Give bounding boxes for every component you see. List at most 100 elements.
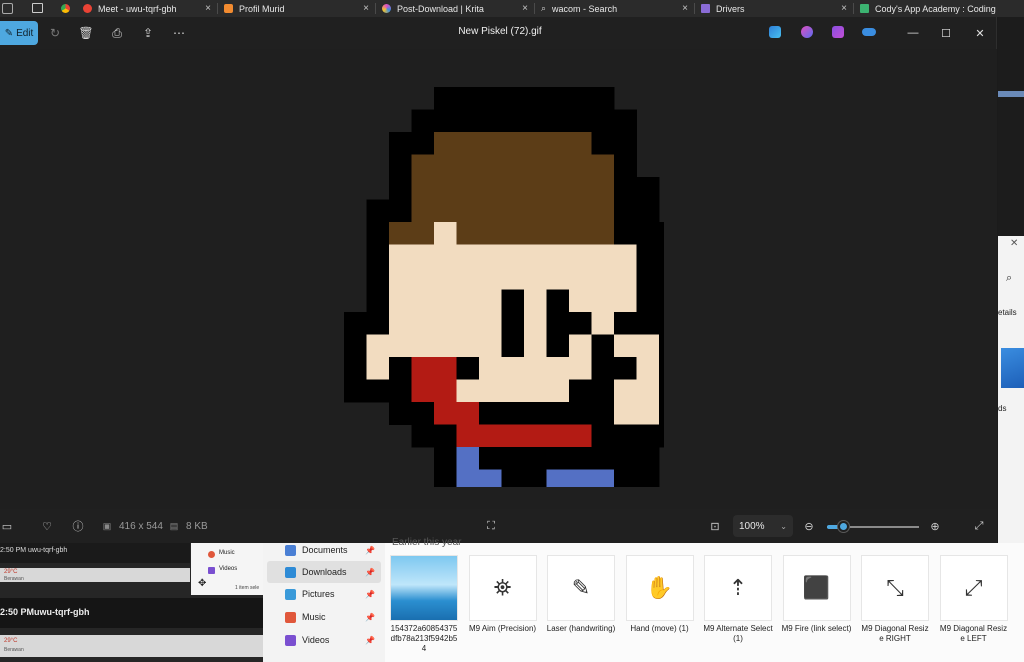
details-fragment: etails: [998, 308, 1017, 317]
pixel: [569, 312, 592, 335]
pixel: [636, 289, 660, 313]
close-icon[interactable]: ✕: [972, 25, 988, 41]
image-canvas[interactable]: [0, 49, 997, 509]
pixel: [569, 199, 592, 223]
close-tab-icon[interactable]: ×: [363, 3, 369, 14]
info-icon[interactable]: ⓘ: [71, 519, 85, 533]
workspaces-icon[interactable]: [2, 3, 13, 14]
pixel: [569, 334, 592, 358]
maximize-icon[interactable]: ☐: [938, 25, 954, 41]
tab-krita[interactable]: Post-Download | Krita ×: [376, 0, 534, 17]
tab-drivers[interactable]: Drivers ×: [695, 0, 853, 17]
pixel: [591, 222, 615, 245]
folder-icon: [1001, 348, 1024, 388]
close-tab-icon[interactable]: ×: [522, 3, 528, 14]
pixel: [591, 334, 615, 358]
pixel: [636, 267, 660, 290]
close-tab-icon[interactable]: ×: [841, 3, 847, 14]
pixel: [636, 334, 660, 358]
pixel: [456, 267, 480, 290]
pixel: [479, 154, 502, 178]
onedrive-cloud-icon[interactable]: [862, 28, 876, 36]
filmstrip-icon[interactable]: ▭: [0, 519, 14, 533]
preview-meeting: uwu-tqrf-gbh: [28, 547, 68, 554]
preview-weather-desc: Berawan: [4, 576, 24, 582]
pixel: [389, 154, 412, 178]
file-item[interactable]: ⤢ M9 Diagonal Resize LEFT: [939, 555, 1009, 644]
pixel: [614, 154, 637, 178]
pixel: [366, 334, 390, 358]
pixel: [501, 132, 525, 155]
fullscreen-icon[interactable]: ⤢: [972, 519, 986, 533]
pixel: [389, 334, 412, 358]
copilot-app-icon[interactable]: [801, 26, 813, 38]
file-item[interactable]: ✎ Laser (handwriting): [546, 555, 616, 634]
file-item[interactable]: ⇡ M9 Alternate Select (1): [703, 555, 773, 644]
search-icon[interactable]: ⌕: [1006, 272, 1012, 285]
pixel: [659, 424, 664, 448]
print-icon[interactable]: ⎙: [108, 24, 126, 42]
zoom-slider-thumb[interactable]: [838, 521, 849, 532]
pixel: [456, 199, 480, 223]
close-icon[interactable]: ✕: [1010, 238, 1018, 249]
delete-icon[interactable]: 🗑: [77, 24, 95, 42]
zoom-level: 100%: [739, 520, 765, 532]
fit-icon[interactable]: ⛶: [484, 519, 498, 533]
krita-favicon-icon: [382, 4, 391, 13]
pixel: [479, 132, 502, 155]
pixel: [501, 177, 525, 200]
more-icon[interactable]: ⋯: [170, 24, 188, 42]
tab-label: wacom - Search: [552, 3, 618, 14]
pixel: [614, 312, 637, 335]
rotate-icon[interactable]: ↻: [46, 24, 64, 42]
tab-codys-app-academy[interactable]: Cody's App Academy : Coding: [854, 0, 1024, 17]
tab-wacom-search[interactable]: ⌕ wacom - Search ×: [535, 0, 694, 17]
file-item[interactable]: ⛯ M9 Aim (Precision): [468, 555, 538, 634]
file-name: M9 Fire (link select): [781, 624, 852, 633]
actual-size-icon[interactable]: ⊡: [708, 519, 722, 533]
pixel: [456, 222, 480, 245]
pixel: [389, 289, 412, 313]
close-tab-icon[interactable]: ×: [205, 3, 211, 14]
file-item[interactable]: ✋ Hand (move) (1): [625, 555, 695, 634]
pixel: [524, 244, 547, 268]
pixel: [659, 379, 664, 403]
tab-label: Profil Murid: [239, 3, 285, 14]
pixel: [344, 312, 367, 335]
tab-profil-murid[interactable]: Profil Murid ×: [218, 0, 375, 17]
edit-button[interactable]: ✎ Edit: [0, 21, 38, 45]
pixel: [434, 379, 457, 403]
pixel: [456, 289, 480, 313]
pixel: [411, 289, 435, 313]
pixel: [524, 199, 547, 223]
close-tab-icon[interactable]: ×: [682, 3, 688, 14]
tab-actions-icon[interactable]: [32, 3, 43, 13]
drivers-favicon-icon: [701, 4, 710, 13]
file-item[interactable]: ⤡ M9 Diagonal Resize RIGHT: [860, 555, 930, 644]
pixel: [389, 267, 412, 290]
pixel: [524, 289, 547, 313]
pixel: [636, 244, 660, 268]
favorite-icon[interactable]: ♡: [40, 519, 54, 533]
zoom-out-icon[interactable]: ⊖: [802, 519, 816, 533]
file-item[interactable]: 154372a60854375dfb78a213f5942b54: [389, 555, 459, 654]
pixel: [569, 222, 592, 245]
designer-app-icon[interactable]: [769, 26, 781, 38]
pixel: [479, 87, 502, 110]
pixel: [591, 357, 615, 380]
pixel: [389, 132, 412, 155]
share-icon[interactable]: ⇪: [139, 24, 157, 42]
minimize-icon[interactable]: —: [905, 25, 921, 41]
pixel: [591, 199, 615, 223]
file-item[interactable]: ⬛ M9 Fire (link select): [782, 555, 852, 634]
profil-favicon-icon: [224, 4, 233, 13]
clipchamp-app-icon[interactable]: [832, 26, 844, 38]
pixel: [434, 132, 457, 155]
pixel: [524, 267, 547, 290]
tab-meet[interactable]: Meet - uwu-tqrf-gbh ×: [77, 0, 217, 17]
diagonal-right-cursor-icon: ⤡: [861, 555, 929, 621]
zoom-in-icon[interactable]: ⊕: [928, 519, 942, 533]
zoom-level-dropdown[interactable]: 100% ⌄: [733, 515, 793, 537]
pixel: [411, 132, 435, 155]
pixel: [591, 87, 615, 110]
